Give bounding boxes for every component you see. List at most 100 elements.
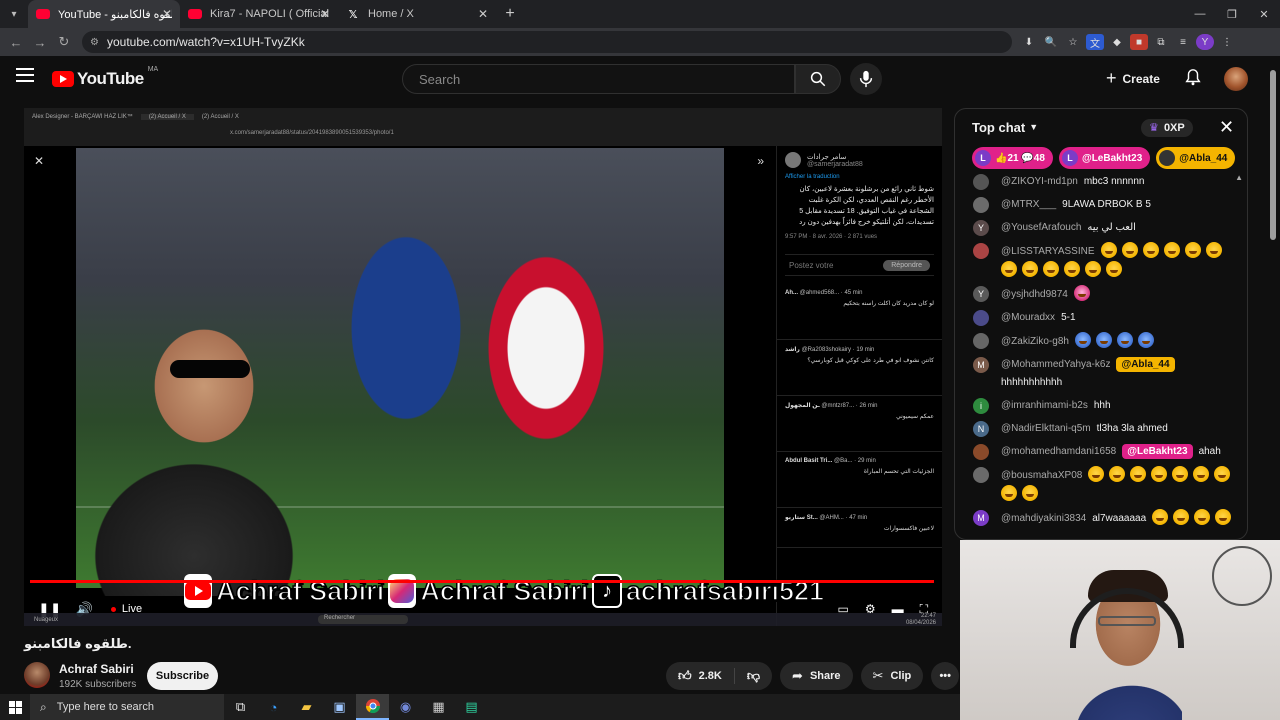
chat-message[interactable]: @MTRX___ 9LAWA DRBOK B 5 xyxy=(955,196,1247,214)
restore-icon[interactable]: ❐ xyxy=(1216,8,1248,21)
browser-tab-x[interactable]: 𝕏 Home / X ✕ xyxy=(338,0,496,28)
chat-message[interactable]: i @imranhimami-b2s hhh xyxy=(955,397,1247,415)
chat-author[interactable]: @bousmahaXP08 xyxy=(1001,470,1082,481)
chat-message[interactable]: M @mahdiyakini3834 al7waaaaaa xyxy=(955,509,1247,528)
subscribe-button[interactable]: Subscribe xyxy=(147,662,218,690)
chat-mode-dropdown[interactable]: Top chat ▼ xyxy=(955,109,1247,145)
chat-avatar[interactable] xyxy=(973,444,989,460)
chat-author[interactable]: @MTRX___ xyxy=(1001,199,1056,210)
ticker-item[interactable]: @Abla_44 xyxy=(1156,147,1236,169)
close-tab-icon[interactable]: ✕ xyxy=(162,7,172,21)
chat-avatar[interactable] xyxy=(973,174,989,190)
profile-avatar-icon[interactable]: Y xyxy=(1196,34,1214,50)
file-explorer-icon[interactable]: ▰ xyxy=(290,694,323,720)
chat-avatar[interactable] xyxy=(973,310,989,326)
chat-author[interactable]: @mahdiyakini3834 xyxy=(1001,513,1086,524)
chat-message[interactable]: Y @YousefArafouch العب لي بيه xyxy=(955,219,1247,237)
video-player[interactable]: Alex Designer - BARÇAWI HAZ LIK™ (2) Acc… xyxy=(24,108,942,626)
more-actions-button[interactable]: ••• xyxy=(931,662,960,690)
chat-message[interactable]: M @MohammedYahya-k6z @Abla_44 hhhhhhhhhhh xyxy=(955,356,1247,392)
chat-message[interactable]: N @NadirElkttani-q5m tl3ha 3la ahmed xyxy=(955,420,1247,438)
chat-avatar[interactable] xyxy=(973,243,989,259)
youtube-logo[interactable]: YouTube MA xyxy=(52,66,158,89)
search-button[interactable] xyxy=(795,64,841,94)
chat-avatar[interactable]: Y xyxy=(973,286,989,302)
chat-author[interactable]: @ysjhdhd9874 xyxy=(1001,289,1068,300)
chat-message[interactable]: @LISSTARYASSINE xyxy=(955,242,1247,280)
store-icon[interactable]: ▣ xyxy=(323,694,356,720)
chat-message[interactable]: @bousmahaXP08 xyxy=(955,466,1247,504)
install-app-icon[interactable]: ⬇ xyxy=(1020,34,1038,50)
chat-avatar[interactable]: M xyxy=(973,357,989,373)
chat-author[interactable]: @MohammedYahya-k6z xyxy=(1001,359,1110,370)
channel-avatar[interactable] xyxy=(24,662,50,688)
chat-avatar[interactable]: Y xyxy=(973,220,989,236)
chat-author[interactable]: @NadirElkttani-q5m xyxy=(1001,423,1091,434)
like-button[interactable]: 👍︎ 2.8K xyxy=(666,662,734,690)
browser-menu-icon[interactable]: ⋮ xyxy=(1218,34,1236,50)
chrome-icon[interactable] xyxy=(356,694,389,720)
discord-icon[interactable]: ◉ xyxy=(389,694,422,720)
chat-message-list[interactable]: @ZIKOYI-md1pn mbc3 nnnnnn @MTRX___ 9LAWA DR… xyxy=(955,173,1247,539)
chat-author[interactable]: @YousefArafouch xyxy=(1001,222,1081,233)
app-icon[interactable]: ▦ xyxy=(422,694,455,720)
chat-avatar[interactable] xyxy=(973,197,989,213)
reading-list-icon[interactable]: ≡ xyxy=(1174,34,1192,50)
site-info-icon[interactable]: ⚙ xyxy=(90,37,99,48)
chat-author[interactable]: @imranhimami-b2s xyxy=(1001,400,1088,411)
extensions-puzzle-icon[interactable]: ⧉ xyxy=(1152,34,1170,50)
voice-search-button[interactable] xyxy=(850,63,882,95)
chat-message[interactable]: @Mouradxx 5-1 xyxy=(955,309,1247,327)
chat-scroll-up-icon[interactable]: ▲ xyxy=(1235,173,1243,182)
browser-tab-napoli[interactable]: Kira7 - NAPOLI ( Official Clip ) ✕ xyxy=(180,0,338,28)
close-chat-icon[interactable]: ✕ xyxy=(1219,117,1234,138)
tab-search-menu[interactable]: ▾ xyxy=(0,0,28,28)
ticker-item[interactable]: L 👍21 💬48 xyxy=(972,147,1053,169)
close-window-icon[interactable]: ✕ xyxy=(1248,8,1280,21)
share-button[interactable]: ➦ Share xyxy=(780,662,853,690)
edge-icon[interactable]: ◔ xyxy=(257,694,290,720)
chat-mention[interactable]: @Abla_44 xyxy=(1116,357,1175,372)
minimize-icon[interactable]: — xyxy=(1184,8,1216,21)
close-tab-icon[interactable]: ✕ xyxy=(478,7,488,21)
back-icon[interactable]: ← xyxy=(4,35,28,50)
windows-start-icon[interactable] xyxy=(0,700,30,714)
notifications-bell-icon[interactable] xyxy=(1184,68,1202,86)
browser-tab-youtube[interactable]: YouTube - طلقوه فالكامبنو ✕ xyxy=(28,0,180,28)
chat-avatar[interactable] xyxy=(973,467,989,483)
chat-message[interactable]: Y @ysjhdhd9874 xyxy=(955,285,1247,304)
search-input[interactable]: Search xyxy=(402,64,795,94)
chat-author[interactable]: @ZIKOYI-md1pn xyxy=(1001,176,1078,187)
new-tab-button[interactable]: + xyxy=(496,5,524,23)
clip-button[interactable]: ✂ Clip xyxy=(860,662,924,690)
task-view-icon[interactable]: ⧉ xyxy=(224,694,257,720)
channel-name[interactable]: Achraf Sabiri xyxy=(59,662,134,676)
bookmark-star-icon[interactable]: ☆ xyxy=(1064,34,1082,50)
translate-icon[interactable]: 文 xyxy=(1086,34,1104,50)
chat-avatar[interactable]: i xyxy=(973,398,989,414)
dislike-button[interactable]: 👎︎ xyxy=(735,662,772,690)
chat-author[interactable]: @mohamedhamdani1658 xyxy=(1001,446,1116,457)
zoom-icon[interactable]: 🔍 xyxy=(1042,34,1060,50)
chat-author[interactable]: @ZakiZiko-g8h xyxy=(1001,336,1069,347)
chat-message[interactable]: @ZakiZiko-g8h xyxy=(955,332,1247,351)
extension-red-icon[interactable]: ■ xyxy=(1130,34,1148,50)
ticker-item[interactable]: L @LeBakht23 xyxy=(1058,147,1151,169)
chat-avatar[interactable] xyxy=(973,333,989,349)
chat-author[interactable]: @Mouradxx xyxy=(1001,312,1055,323)
account-avatar[interactable] xyxy=(1224,67,1248,91)
chat-message[interactable]: @ZIKOYI-md1pn mbc3 nnnnnn xyxy=(955,173,1247,191)
extension-diamond-icon[interactable]: ◆ xyxy=(1108,34,1126,50)
reload-icon[interactable]: ↻ xyxy=(52,34,76,50)
progress-bar[interactable] xyxy=(30,580,934,583)
chat-avatar[interactable]: M xyxy=(973,510,989,526)
menu-icon[interactable] xyxy=(16,68,34,82)
chat-mention[interactable]: @LeBakht23 xyxy=(1122,444,1193,459)
xp-badge[interactable]: ♛ 0XP xyxy=(1141,119,1193,137)
taskbar-search-input[interactable]: ⌕ Type here to search xyxy=(30,694,224,720)
page-scrollbar[interactable] xyxy=(1270,70,1276,240)
create-button[interactable]: + Create xyxy=(1106,68,1160,89)
url-input[interactable]: ⚙ youtube.com/watch?v=x1UH-TvyZKk xyxy=(82,31,1012,53)
chat-message[interactable]: @mohamedhamdani1658 @LeBakht23 ahah xyxy=(955,443,1247,461)
chat-author[interactable]: @LISSTARYASSINE xyxy=(1001,246,1095,257)
